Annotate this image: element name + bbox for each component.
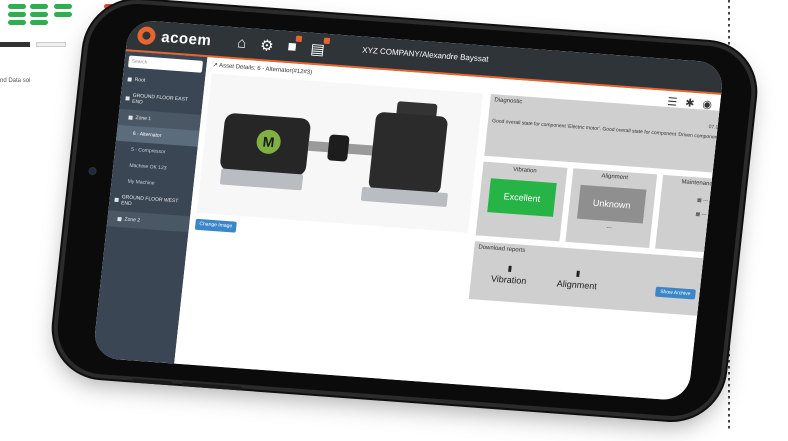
sidebar-item-label: Machine OK 123: [129, 162, 167, 172]
sidebar-item-label: Zone 1: [135, 115, 152, 123]
main-content: ↗ Asset Details: 6 - Alternator(#12#3) ☰…: [174, 57, 725, 402]
vibration-card[interactable]: Vibration Excellent: [475, 161, 568, 242]
download-reports-panel: Download reports ▮ Vibration ▮ Alignment…: [468, 241, 725, 319]
vibration-status: Excellent: [487, 178, 557, 217]
phone-mockup: acoem ⌂ ⚙ ■ ▤ XYZ COMPANY/Alexandre Bays…: [12, 0, 780, 428]
show-archive-button[interactable]: Show Archive: [654, 286, 696, 300]
camera-icon: [88, 166, 97, 176]
sidebar-item-label: 5 - Compressor: [130, 146, 166, 156]
app-screen: acoem ⌂ ⚙ ■ ▤ XYZ COMPANY/Alexandre Bays…: [92, 19, 725, 402]
report-label: Alignment: [556, 278, 598, 292]
change-image-button[interactable]: Change Image: [194, 218, 237, 233]
sidebar-item-label: Zone 2: [124, 216, 141, 224]
maintenance-value: ---: [702, 197, 709, 205]
asset-image: M: [196, 73, 484, 233]
search-input[interactable]: Search: [127, 55, 204, 73]
sidebar-item-label: Root: [134, 76, 146, 84]
sidebar-item-label: GROUND FLOOR WEST END: [120, 194, 179, 207]
expand-icon: [128, 115, 133, 120]
expand-icon: [114, 197, 119, 203]
maintenance-line-1: ▦ ---: [660, 195, 724, 207]
alternator: [368, 111, 449, 195]
sidebar-item-label: GROUND FLOOR EAST END: [131, 92, 189, 106]
diagnostic-text: Good overall state for component 'Electr…: [491, 118, 722, 141]
diagnostic-date: 07.01.2020 15:05: [708, 124, 725, 133]
expand-icon: [125, 96, 130, 101]
vibration-title: Vibration: [512, 166, 537, 175]
maintenance-title: Maintenance due: [681, 179, 725, 189]
report-label: Vibration: [490, 273, 527, 287]
maintenance-value: ---: [701, 211, 707, 219]
phone-frame: acoem ⌂ ⚙ ■ ▤ XYZ COMPANY/Alexandre Bays…: [52, 0, 757, 420]
maintenance-line-2: ▦ ---: [659, 209, 725, 221]
sidebar-item-label: My Machine: [127, 178, 155, 187]
expand-icon: [127, 77, 132, 82]
document-icon: ▮: [507, 263, 513, 274]
vibration-report-link[interactable]: ▮ Vibration: [491, 263, 529, 286]
alignment-report-link[interactable]: ▮ Alignment: [556, 267, 598, 292]
phone-side-button: [131, 378, 173, 386]
calendar-icon: ▦: [695, 211, 701, 218]
document-icon: ▮: [575, 268, 581, 279]
coupling: [326, 134, 350, 162]
maintenance-card[interactable]: Maintenance due ▦ --- ▦ ---: [655, 174, 725, 255]
asset-title-text: Asset Details: 6 - Alternator(#12#3): [218, 63, 313, 76]
sidebar-item-label: 6 - Alternator: [132, 130, 162, 139]
expand-icon: [117, 217, 122, 222]
alignment-card[interactable]: Alignment Unknown ---: [565, 168, 658, 249]
calendar-icon: ▦: [696, 197, 703, 204]
phone-volume-button: [181, 382, 243, 391]
alignment-status: Unknown: [576, 184, 647, 224]
alignment-title: Alignment: [601, 173, 629, 182]
alignment-sub: ---: [606, 224, 612, 232]
